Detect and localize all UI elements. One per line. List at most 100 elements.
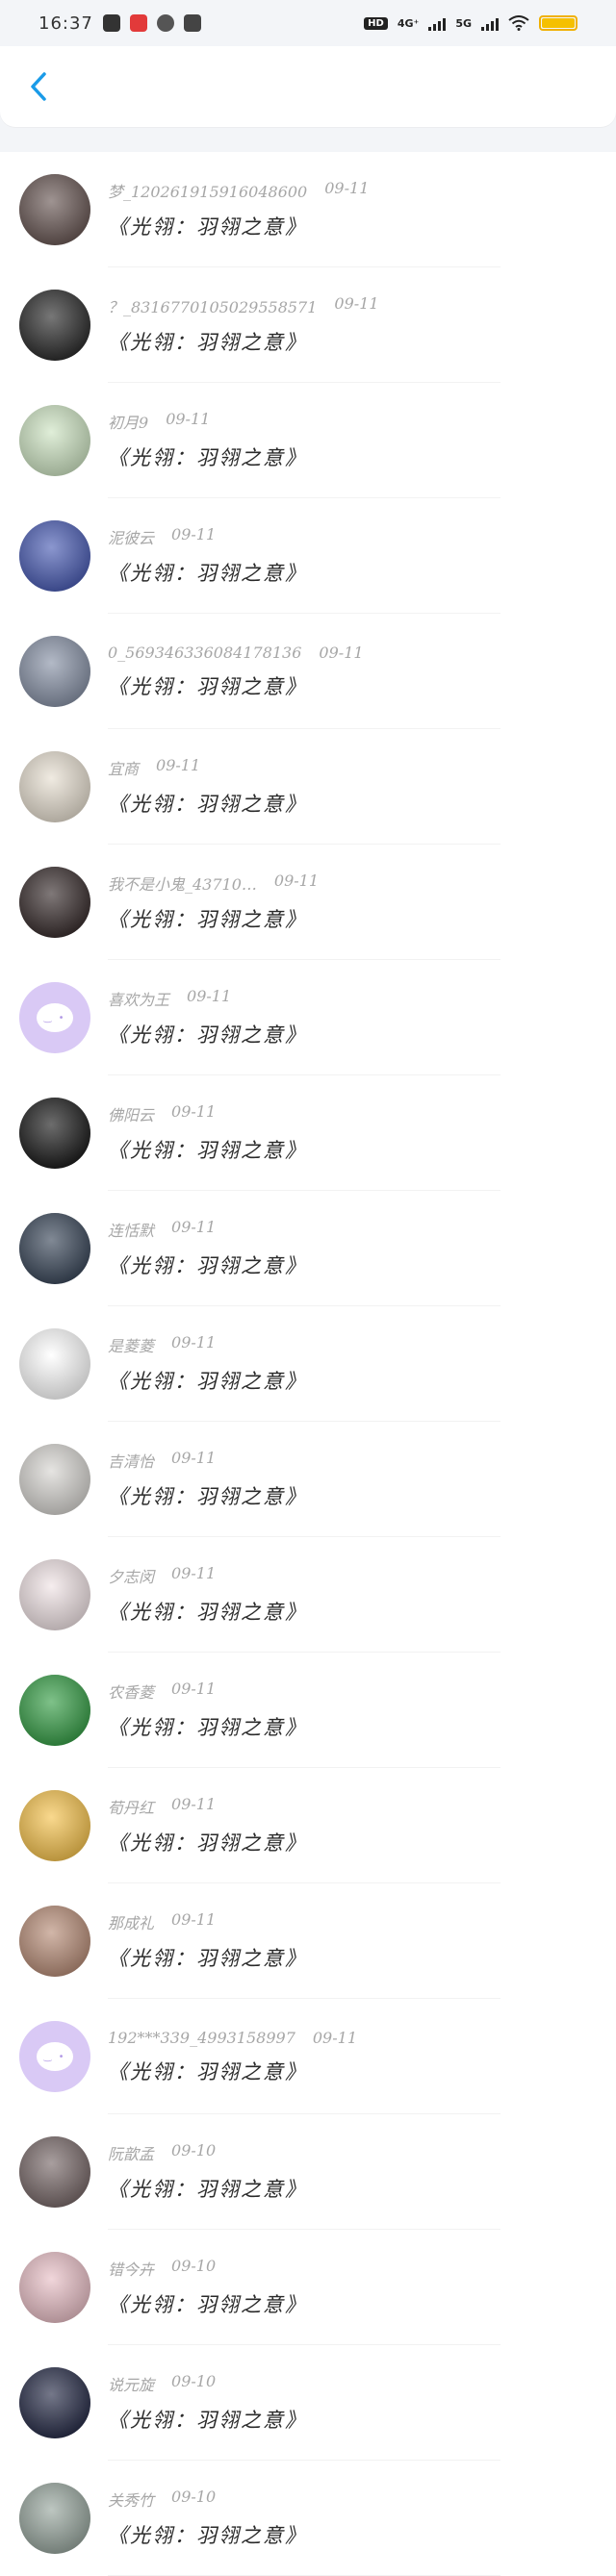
book-title: 《光翎：羽翎之意》	[108, 1139, 307, 1162]
avatar[interactable]	[19, 751, 90, 822]
network-4g-label: 4G⁺	[397, 16, 420, 30]
list-item[interactable]: 吉清怡 09-11 《光翎：羽翎之意》	[0, 1422, 616, 1537]
list-item[interactable]: 农香菱 09-11 《光翎：羽翎之意》	[0, 1653, 616, 1768]
list-item-meta: 喜欢为王 09-11	[108, 987, 307, 1010]
avatar[interactable]	[19, 2252, 90, 2323]
avatar[interactable]	[19, 520, 90, 592]
list-item[interactable]: ‿ • 喜欢为王 09-11 《光翎：羽翎之意》	[0, 960, 616, 1075]
user-name: 我不是小鬼_43710…	[108, 875, 257, 894]
avatar-image	[19, 2252, 90, 2323]
user-name: 那成礼	[108, 1914, 155, 1932]
avatar-image	[19, 636, 90, 707]
date-label: 09-11	[171, 1564, 217, 1582]
list-item[interactable]: 宜商 09-11 《光翎：羽翎之意》	[0, 729, 616, 845]
list-item[interactable]: 错今卉 09-10 《光翎：羽翎之意》	[0, 2230, 616, 2345]
list-item[interactable]: ‿ • 192***339_4993158997 09-11 《光翎：羽翎之意》	[0, 1999, 616, 2114]
list-item[interactable]: 阮歆孟 09-10 《光翎：羽翎之意》	[0, 2114, 616, 2230]
date-label: 09-11	[273, 871, 320, 890]
user-name: 农香菱	[108, 1683, 155, 1702]
list-item[interactable]: 初月9 09-11 《光翎：羽翎之意》	[0, 383, 616, 498]
date-label: 09-11	[171, 1218, 217, 1236]
default-avatar-icon[interactable]: ‿ •	[19, 2021, 90, 2092]
book-title: 《光翎：羽翎之意》	[108, 1831, 307, 1855]
notification-app-icon	[183, 14, 201, 32]
user-name: 初月9	[108, 414, 149, 432]
avatar[interactable]	[19, 1790, 90, 1861]
avatar[interactable]	[19, 867, 90, 938]
user-name: 荀丹红	[108, 1799, 155, 1817]
back-button[interactable]	[21, 69, 56, 104]
book-title: 《光翎：羽翎之意》	[108, 215, 307, 239]
avatar-image	[19, 1098, 90, 1169]
user-name: 泥彼云	[108, 529, 155, 547]
list-item[interactable]: 泥彼云 09-11 《光翎：羽翎之意》	[0, 498, 616, 614]
list-item[interactable]: 我不是小鬼_43710… 09-11 《光翎：羽翎之意》	[0, 845, 616, 960]
list-item[interactable]: 是菱菱 09-11 《光翎：羽翎之意》	[0, 1306, 616, 1422]
avatar[interactable]	[19, 1559, 90, 1630]
list-item-meta: 梦_120261915916048600 09-11	[108, 179, 369, 202]
list-item-text: 连恬默 09-11 《光翎：羽翎之意》	[108, 1218, 307, 1279]
list-item-meta: 错今卉 09-10	[108, 2257, 307, 2280]
list-item-text: 宜商 09-11 《光翎：羽翎之意》	[108, 756, 307, 818]
list-item-meta: 阮歆孟 09-10	[108, 2141, 307, 2164]
book-title: 《光翎：羽翎之意》	[108, 2178, 307, 2201]
avatar-image	[19, 520, 90, 592]
avatar[interactable]	[19, 290, 90, 361]
list-item[interactable]: 说元旋 09-10 《光翎：羽翎之意》	[0, 2345, 616, 2461]
list-item-meta: 荀丹红 09-11	[108, 1795, 307, 1818]
avatar[interactable]	[19, 405, 90, 476]
user-name: 是菱菱	[108, 1337, 155, 1355]
avatar[interactable]	[19, 1328, 90, 1400]
list-item[interactable]: 0_569346336084178136 09-11 《光翎：羽翎之意》	[0, 614, 616, 729]
list-item[interactable]: 那成礼 09-11 《光翎：羽翎之意》	[0, 1883, 616, 1999]
avatar[interactable]	[19, 2483, 90, 2554]
date-label: 09-11	[319, 643, 364, 662]
avatar-image	[19, 1213, 90, 1284]
list-item-meta: 佛阳云 09-11	[108, 1102, 307, 1125]
book-title: 《光翎：羽翎之意》	[108, 1601, 307, 1624]
user-name: ？_8316770105029558571	[108, 298, 318, 316]
list-item[interactable]: 连恬默 09-11 《光翎：羽翎之意》	[0, 1191, 616, 1306]
list-item[interactable]: 梦_120261915916048600 09-11 《光翎：羽翎之意》	[0, 152, 616, 267]
list-item-text: ？_8316770105029558571 09-11 《光翎：羽翎之意》	[108, 294, 379, 356]
default-avatar-icon[interactable]: ‿ •	[19, 982, 90, 1053]
book-title: 《光翎：羽翎之意》	[108, 674, 307, 698]
date-label: 09-11	[324, 179, 370, 197]
list-item-text: 吉清怡 09-11 《光翎：羽翎之意》	[108, 1449, 307, 1510]
avatar-image	[19, 1790, 90, 1861]
list-item[interactable]: ？_8316770105029558571 09-11 《光翎：羽翎之意》	[0, 267, 616, 383]
avatar[interactable]	[19, 1213, 90, 1284]
avatar-image	[19, 751, 90, 822]
status-left: 16:37	[38, 13, 201, 34]
list-item-text: 初月9 09-11 《光翎：羽翎之意》	[108, 410, 307, 471]
avatar[interactable]	[19, 1444, 90, 1515]
avatar[interactable]	[19, 1675, 90, 1746]
list-item[interactable]: 荀丹红 09-11 《光翎：羽翎之意》	[0, 1768, 616, 1883]
avatar[interactable]	[19, 1906, 90, 1977]
list-item-meta: 初月9 09-11	[108, 410, 307, 433]
list-item[interactable]: 夕志闵 09-11 《光翎：羽翎之意》	[0, 1537, 616, 1653]
date-label: 09-10	[171, 2141, 217, 2159]
list-item-meta: 连恬默 09-11	[108, 1218, 307, 1241]
list-item[interactable]: 佛阳云 09-11 《光翎：羽翎之意》	[0, 1075, 616, 1191]
book-title: 《光翎：羽翎之意》	[108, 1254, 307, 1277]
signal-icon	[481, 15, 499, 31]
avatar[interactable]	[19, 1098, 90, 1169]
list-item[interactable]: 关秀竹 09-10 《光翎：羽翎之意》	[0, 2461, 616, 2576]
avatar[interactable]	[19, 636, 90, 707]
list-item-text: 阮歆孟 09-10 《光翎：羽翎之意》	[108, 2141, 307, 2203]
list-item-meta: ？_8316770105029558571 09-11	[108, 294, 379, 317]
avatar[interactable]	[19, 2136, 90, 2208]
list-item-meta: 宜商 09-11	[108, 756, 307, 779]
avatar[interactable]	[19, 2367, 90, 2438]
avatar[interactable]	[19, 174, 90, 245]
date-label: 09-11	[312, 2028, 357, 2047]
date-label: 09-11	[334, 294, 379, 313]
date-label: 09-11	[187, 987, 232, 1005]
list-item-text: 是菱菱 09-11 《光翎：羽翎之意》	[108, 1333, 307, 1395]
list-item-text: 泥彼云 09-11 《光翎：羽翎之意》	[108, 525, 307, 587]
book-title: 《光翎：羽翎之意》	[108, 1947, 307, 1970]
date-label: 09-10	[171, 2372, 217, 2390]
status-time: 16:37	[38, 13, 93, 34]
user-name: 关秀竹	[108, 2491, 155, 2510]
